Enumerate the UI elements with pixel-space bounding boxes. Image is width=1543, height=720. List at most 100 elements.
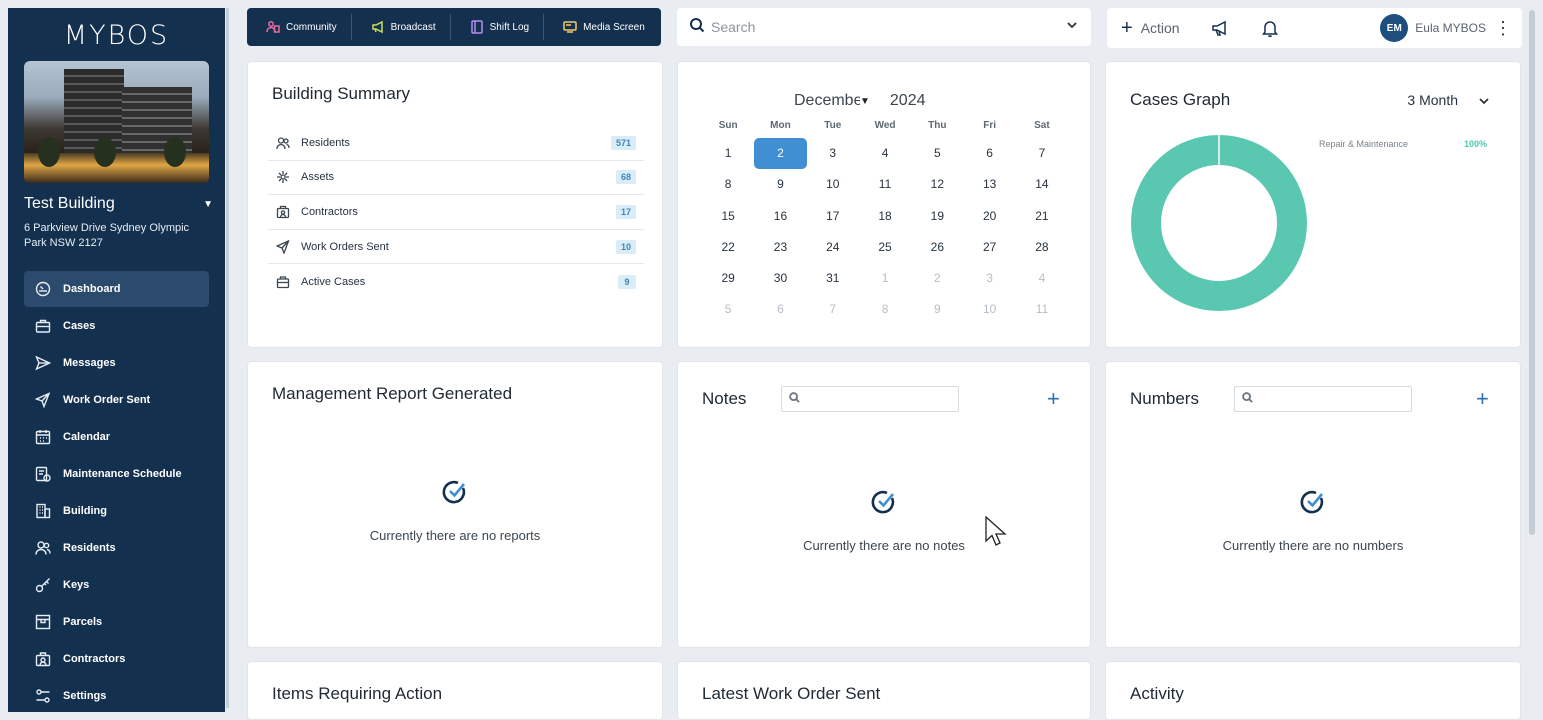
calendar-day[interactable]: 2 [911, 263, 963, 294]
search-input[interactable] [711, 19, 1065, 35]
calendar-day[interactable]: 22 [702, 232, 754, 263]
calendar-day[interactable]: 12 [911, 169, 963, 200]
building-summary-card: Building Summary Residents 571 Assets 68… [247, 61, 663, 348]
calendar-day[interactable]: 1 [702, 138, 754, 169]
sidebar-item-label: Calendar [63, 431, 111, 443]
calendar-day[interactable]: 10 [963, 294, 1015, 325]
kebab-menu-icon[interactable]: ⋮ [1494, 19, 1512, 37]
sidebar-item-label: Keys [63, 579, 90, 591]
year-label[interactable]: 2024 [890, 92, 926, 110]
sidebar-item-settings[interactable]: Settings [24, 678, 209, 712]
sidebar-item-calendar[interactable]: Calendar [24, 419, 209, 455]
broadcast-button[interactable]: Broadcast [352, 14, 451, 40]
calendar-day[interactable]: 27 [963, 232, 1015, 263]
broadcast-label: Broadcast [390, 21, 436, 33]
calendar-day[interactable]: 18 [859, 201, 911, 232]
cases-graph-card: Cases Graph 3 Month Repair & Maintenance… [1105, 61, 1521, 348]
work-order-icon [35, 392, 51, 408]
notes-search [781, 386, 959, 412]
calendar-day[interactable]: 9 [754, 169, 806, 200]
calendar-day[interactable]: 30 [754, 263, 806, 294]
calendar-day[interactable]: 6 [754, 294, 806, 325]
calendar-day[interactable]: 13 [963, 169, 1015, 200]
sidebar-item-label: Residents [63, 542, 116, 554]
sidebar-item-messages[interactable]: Messages [24, 345, 209, 381]
donut-slice-repair-maintenance[interactable] [1131, 135, 1307, 311]
calendar-day[interactable]: 21 [1016, 201, 1068, 232]
calendar-day[interactable]: 1 [859, 263, 911, 294]
sidebar-item-work-order-sent[interactable]: Work Order Sent [24, 382, 209, 418]
dashboard-icon [35, 281, 51, 297]
shift-log-button[interactable]: Shift Log [451, 14, 545, 40]
calendar-day[interactable]: 6 [963, 138, 1015, 169]
summary-row-active-cases[interactable]: Active Cases 9 [268, 264, 644, 299]
calendar-day[interactable]: 11 [859, 169, 911, 200]
sidebar-scrollbar[interactable] [226, 8, 229, 708]
summary-row-assets[interactable]: Assets 68 [268, 161, 644, 196]
notes-search-input[interactable] [805, 393, 945, 405]
calendar-day[interactable]: 3 [807, 138, 859, 169]
calendar-day[interactable]: 31 [807, 263, 859, 294]
legend-value: 100% [1463, 139, 1487, 149]
calendar-day[interactable]: 17 [807, 201, 859, 232]
calendar-day[interactable]: 8 [859, 294, 911, 325]
calendar-day[interactable]: 20 [963, 201, 1015, 232]
calendar-day[interactable]: 23 [754, 232, 806, 263]
chevron-down-icon[interactable] [1065, 18, 1079, 37]
sidebar-item-dashboard[interactable]: Dashboard [24, 271, 209, 307]
summary-row-contractors[interactable]: Contractors 17 [268, 195, 644, 230]
mybos-logo[interactable]: MYBOS [8, 20, 225, 51]
summary-row-residents[interactable]: Residents 571 [268, 126, 644, 161]
empty-state: Currently there are no numbers [1106, 489, 1520, 553]
media-screen-button[interactable]: Media Screen [544, 14, 659, 40]
community-button[interactable]: Community [247, 14, 352, 40]
sidebar-item-contractors[interactable]: Contractors [24, 641, 209, 677]
calendar-day[interactable]: 14 [1016, 169, 1068, 200]
action-button[interactable]: + Action [1121, 17, 1180, 40]
residents-icon [276, 136, 290, 150]
calendar-day[interactable]: 11 [1016, 294, 1068, 325]
sidebar-item-label: Building [63, 505, 107, 517]
calendar-day[interactable]: 5 [911, 138, 963, 169]
calendar-day[interactable]: 10 [807, 169, 859, 200]
calendar-day[interactable]: 7 [1016, 138, 1068, 169]
calendar-day[interactable]: 9 [911, 294, 963, 325]
calendar-day[interactable]: 25 [859, 232, 911, 263]
add-note-button[interactable]: + [1047, 388, 1060, 410]
sidebar-item-cases[interactable]: Cases [24, 308, 209, 344]
calendar-day[interactable]: 19 [911, 201, 963, 232]
chevron-down-icon[interactable]: ▼ [860, 96, 870, 107]
calendar-day[interactable]: 4 [1016, 263, 1068, 294]
megaphone-icon[interactable] [1210, 18, 1230, 38]
sidebar-item-residents[interactable]: Residents [24, 530, 209, 566]
chevron-down-icon[interactable] [1478, 94, 1490, 112]
sidebar-item-maintenance-schedule[interactable]: Maintenance Schedule [24, 456, 209, 492]
calendar-day[interactable]: 28 [1016, 232, 1068, 263]
user-menu[interactable]: EM Eula MYBOS ⋮ [1380, 14, 1512, 42]
bell-icon[interactable] [1260, 18, 1280, 38]
quick-links-bar: Community Broadcast Shift Log Media Scre… [247, 8, 661, 46]
page-scrollbar[interactable] [1529, 10, 1535, 535]
calendar-day[interactable]: 4 [859, 138, 911, 169]
sidebar-item-building[interactable]: Building [24, 493, 209, 529]
calendar-day[interactable]: 15 [702, 201, 754, 232]
sidebar-item-keys[interactable]: Keys [24, 567, 209, 603]
calendar-day[interactable]: 29 [702, 263, 754, 294]
calendar-day[interactable]: 5 [702, 294, 754, 325]
month-select[interactable]: December [794, 92, 860, 110]
numbers-search-input[interactable] [1258, 393, 1398, 405]
building-selector[interactable]: Test Building ▼ [24, 195, 213, 213]
calendar-day[interactable]: 24 [807, 232, 859, 263]
numbers-card: Numbers + Currently there are no numbers [1105, 361, 1521, 648]
calendar-day[interactable]: 2 [754, 138, 807, 169]
summary-row-work-orders-sent[interactable]: Work Orders Sent 10 [268, 230, 644, 265]
calendar-day[interactable]: 8 [702, 169, 754, 200]
range-select[interactable]: 3 Month [1407, 92, 1458, 108]
add-number-button[interactable]: + [1476, 388, 1489, 410]
calendar-day[interactable]: 26 [911, 232, 963, 263]
calendar-day[interactable]: 16 [754, 201, 806, 232]
sidebar-item-parcels[interactable]: Parcels [24, 604, 209, 640]
shift-log-icon [470, 20, 484, 34]
calendar-day[interactable]: 3 [963, 263, 1015, 294]
calendar-day[interactable]: 7 [807, 294, 859, 325]
